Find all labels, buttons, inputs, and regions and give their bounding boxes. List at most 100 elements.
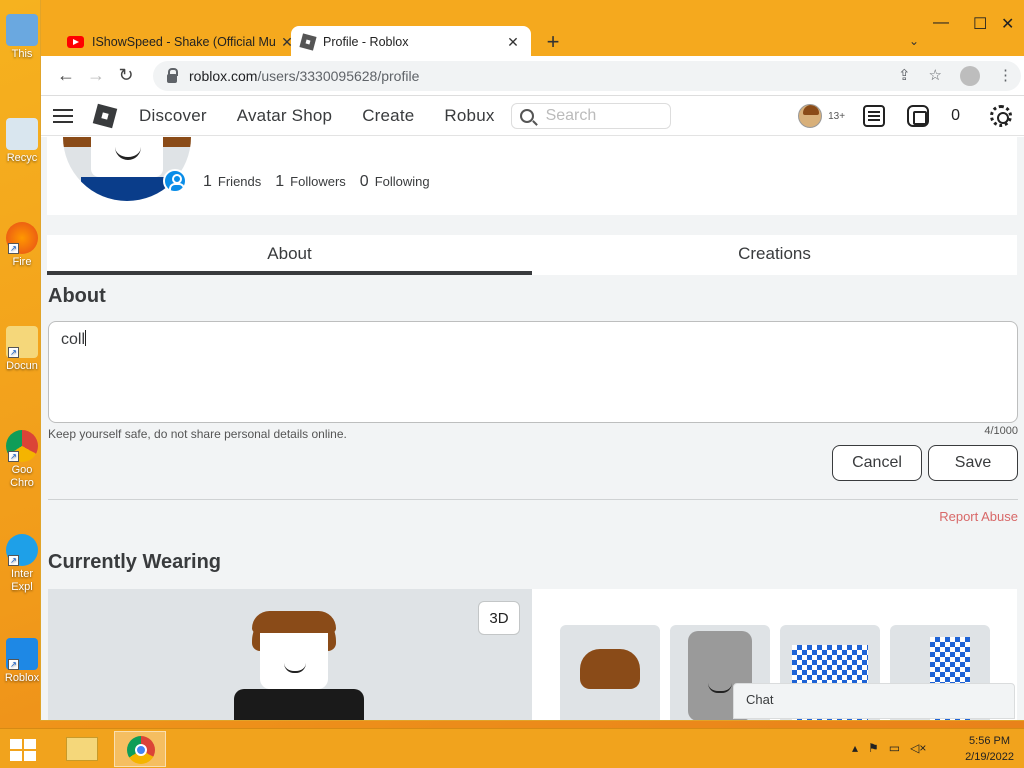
stat-label: Followers bbox=[290, 174, 346, 189]
avatar[interactable] bbox=[798, 104, 823, 128]
avatar-shirt bbox=[81, 177, 173, 201]
avatar-viewer[interactable] bbox=[48, 589, 532, 720]
shortcut-arrow-icon: ↗ bbox=[8, 555, 19, 566]
desktop-icon-roblox[interactable]: ↗ Roblox bbox=[0, 638, 44, 685]
taskbar-chrome[interactable] bbox=[114, 731, 166, 767]
save-button[interactable]: Save bbox=[928, 445, 1018, 481]
action-center-flag-icon[interactable]: ⚑ bbox=[868, 741, 879, 755]
reload-icon[interactable]: ↻ bbox=[111, 65, 141, 86]
computer-icon bbox=[6, 14, 38, 46]
folder-icon: ↗ bbox=[6, 326, 38, 358]
desktop-icon-recycle-bin[interactable]: Recyc bbox=[0, 118, 44, 165]
back-icon[interactable]: ← bbox=[51, 65, 81, 86]
desktop-icon-label: Fire bbox=[12, 256, 32, 268]
lock-icon[interactable] bbox=[167, 67, 178, 83]
clock-time: 5:56 PM bbox=[969, 735, 1011, 747]
age-badge: 13+ bbox=[828, 110, 846, 122]
forward-icon[interactable]: → bbox=[81, 65, 111, 86]
item-tile-hair[interactable] bbox=[560, 625, 660, 720]
profile-header-card: 1 Friends 1 Followers 0 Following bbox=[47, 137, 1017, 215]
nav-avatar-shop[interactable]: Avatar Shop bbox=[237, 106, 332, 126]
toggle-3d-button[interactable]: 3D bbox=[478, 601, 520, 635]
nav-create[interactable]: Create bbox=[362, 106, 414, 126]
volume-muted-icon[interactable]: ◁× bbox=[910, 741, 926, 755]
profile-page: 1 Friends 1 Followers 0 Following About Cre… bbox=[41, 137, 1024, 720]
cancel-button[interactable]: Cancel bbox=[832, 445, 922, 481]
tab-youtube[interactable]: IShowSpeed - Shake (Official Mu ✕ bbox=[57, 26, 305, 58]
tab-about[interactable]: About bbox=[47, 235, 532, 275]
about-text: coll bbox=[61, 331, 86, 348]
tab-strip: IShowSpeed - Shake (Official Mu ✕ Profil… bbox=[41, 0, 1024, 58]
tab-roblox-profile[interactable]: Profile - Roblox ✕ bbox=[291, 26, 531, 58]
taskbar-file-explorer[interactable] bbox=[56, 731, 108, 767]
divider bbox=[48, 499, 1018, 500]
roblox-icon bbox=[299, 33, 317, 51]
hamburger-menu-icon[interactable] bbox=[53, 108, 73, 123]
stat-following[interactable]: 0 Following bbox=[360, 173, 430, 191]
desktop-icon-this-pc[interactable]: This bbox=[0, 14, 44, 61]
desktop-icon-documents[interactable]: ↗ Docun bbox=[0, 326, 44, 373]
tab-title: IShowSpeed - Shake (Official Mu bbox=[92, 35, 276, 49]
chrome-center-dot bbox=[135, 744, 147, 756]
desktop-icon-internet-explorer[interactable]: ↗ Inter Expl bbox=[0, 534, 44, 594]
desktop-icon-label: Roblox bbox=[4, 672, 40, 684]
user-status-icon bbox=[163, 169, 187, 193]
nav-robux[interactable]: Robux bbox=[444, 106, 494, 126]
robux-balance[interactable]: 0 bbox=[951, 107, 960, 125]
windows-start-icon[interactable] bbox=[10, 739, 38, 761]
firefox-icon: ↗ bbox=[6, 222, 38, 254]
desktop-icon-chrome[interactable]: ↗ Goo Chro bbox=[0, 430, 44, 490]
chevron-down-icon[interactable]: ⌄ bbox=[909, 34, 919, 48]
maximize-icon[interactable]: ☐ bbox=[973, 14, 987, 34]
search-placeholder: Search bbox=[545, 106, 597, 124]
network-icon[interactable]: ▭ bbox=[889, 741, 900, 755]
close-icon[interactable]: ✕ bbox=[505, 34, 521, 51]
tab-title: Profile - Roblox bbox=[323, 35, 409, 49]
share-icon[interactable]: ⇪ bbox=[898, 66, 911, 86]
minimize-icon[interactable]: — bbox=[933, 14, 949, 32]
url-host: roblox.com bbox=[189, 68, 258, 84]
stat-count: 1 bbox=[203, 173, 212, 190]
desktop-icon-firefox[interactable]: ↗ Fire bbox=[0, 222, 44, 269]
robux-icon[interactable] bbox=[907, 105, 930, 127]
safety-hint: Keep yourself safe, do not share persona… bbox=[48, 427, 347, 441]
stat-count: 0 bbox=[359, 173, 369, 190]
notifications-icon[interactable] bbox=[863, 105, 886, 127]
chrome-icon: ↗ bbox=[6, 430, 38, 462]
tab-creations[interactable]: Creations bbox=[532, 235, 1017, 275]
stat-label: Following bbox=[374, 174, 430, 189]
new-tab-button[interactable]: + bbox=[541, 31, 565, 53]
browser-toolbar: ← → ↻ roblox.com/users/3330095628/profil… bbox=[41, 56, 1024, 96]
system-tray: ▴ ⚑ ▭ ◁× bbox=[852, 741, 926, 755]
text-caret bbox=[85, 330, 87, 346]
stat-label: Friends bbox=[217, 174, 262, 189]
stat-friends[interactable]: 1 Friends bbox=[203, 173, 261, 191]
roblox-header: Discover Avatar Shop Create Robux Search… bbox=[41, 96, 1024, 136]
report-abuse-link[interactable]: Report Abuse bbox=[939, 509, 1018, 524]
more-menu-icon[interactable]: ⋮ bbox=[998, 66, 1013, 86]
nav-discover[interactable]: Discover bbox=[139, 106, 207, 126]
url-path: /users/3330095628/profile bbox=[257, 68, 420, 84]
browser-window: IShowSpeed - Shake (Official Mu ✕ Profil… bbox=[41, 0, 1024, 720]
search-input[interactable]: Search bbox=[510, 102, 671, 129]
stat-count: 1 bbox=[275, 173, 285, 190]
stat-followers[interactable]: 1 Followers bbox=[275, 173, 346, 191]
desktop-icon-label: Docun bbox=[6, 360, 38, 372]
profile-avatar-icon[interactable] bbox=[960, 66, 980, 86]
about-textarea[interactable]: coll bbox=[48, 321, 1018, 423]
roblox-logo-icon[interactable] bbox=[92, 103, 118, 128]
avatar-3d-bangs bbox=[252, 611, 336, 633]
roblox-studio-icon: ↗ bbox=[6, 638, 38, 670]
bookmark-star-icon[interactable]: ☆ bbox=[929, 66, 942, 86]
desktop-icon-label: Inter Expl bbox=[10, 568, 33, 593]
address-bar[interactable]: roblox.com/users/3330095628/profile ⇪ ☆ … bbox=[153, 61, 1021, 91]
gear-icon[interactable] bbox=[990, 105, 1012, 127]
hair-item-icon bbox=[580, 649, 640, 689]
search-icon bbox=[519, 108, 534, 123]
clock[interactable]: 5:56 PM 2/19/2022 bbox=[965, 733, 1014, 765]
about-heading: About bbox=[48, 285, 106, 307]
chat-bar[interactable]: Chat bbox=[733, 683, 1015, 719]
close-window-icon[interactable]: ✕ bbox=[1001, 14, 1014, 34]
shortcut-arrow-icon: ↗ bbox=[8, 243, 19, 254]
chevron-up-icon[interactable]: ▴ bbox=[852, 741, 858, 755]
